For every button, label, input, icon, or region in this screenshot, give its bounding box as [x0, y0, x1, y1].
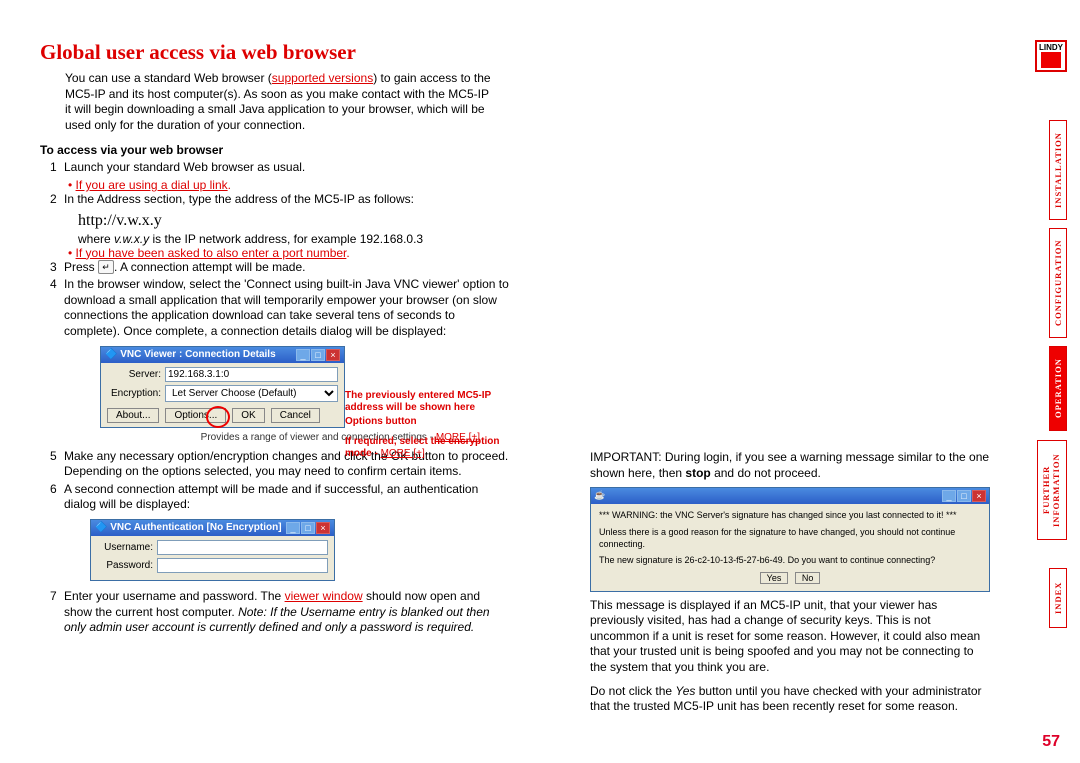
warning-explanation-1: This message is displayed if an MC5-IP u… — [590, 598, 990, 676]
port-number-link[interactable]: If you have been asked to also enter a p… — [76, 246, 347, 260]
more-link-2[interactable]: MORE [+] — [381, 448, 425, 459]
warning-explanation-2: Do not click the Yes button until you ha… — [590, 684, 990, 715]
step-2: In the Address section, type the address… — [64, 192, 510, 208]
cancel-button[interactable]: Cancel — [271, 408, 320, 423]
java-icon: ☕ — [594, 490, 605, 502]
warn-line-2: Unless there is a good reason for the si… — [599, 527, 981, 550]
options-button[interactable]: Options... — [165, 408, 226, 423]
nav-further-information[interactable]: FURTHER INFORMATION — [1037, 440, 1067, 540]
nav-configuration[interactable]: CONFIGURATION — [1049, 228, 1067, 338]
step-7: Enter your username and password. The vi… — [64, 589, 510, 636]
step-6: A second connection attempt will be made… — [64, 482, 510, 513]
vnc-title: 🔷 VNC Viewer : Connection Details — [105, 349, 276, 360]
window-buttons[interactable]: _□× — [295, 349, 340, 361]
username-label: Username: — [97, 542, 157, 553]
server-label: Server: — [107, 369, 165, 380]
dialog-annotations: The previously entered MC5-IP address wi… — [345, 390, 505, 460]
username-input[interactable] — [157, 540, 328, 555]
password-input[interactable] — [157, 558, 328, 573]
vnc-connection-dialog: 🔷 VNC Viewer : Connection Details _□× Se… — [100, 346, 345, 428]
intro-paragraph: You can use a standard Web browser (supp… — [65, 71, 495, 133]
important-note: IMPORTANT: During login, if you see a wa… — [590, 450, 990, 481]
yes-button[interactable]: Yes — [760, 572, 789, 584]
lindy-logo: LINDY — [1035, 40, 1067, 72]
step-4: In the browser window, select the 'Conne… — [64, 277, 510, 339]
viewer-window-link[interactable]: viewer window — [285, 589, 363, 603]
warn-line-3: The new signature is 26-c2-10-13-f5-27-b… — [599, 555, 981, 567]
encryption-label: Encryption: — [107, 388, 165, 399]
encryption-select[interactable]: Let Server Choose (Default) — [165, 385, 338, 402]
no-button[interactable]: No — [795, 572, 821, 584]
page-number: 57 — [1042, 733, 1060, 751]
nav-installation[interactable]: INSTALLATION — [1049, 120, 1067, 220]
step-3: Press ↵. A connection attempt will be ma… — [64, 260, 510, 276]
vnc-auth-dialog: 🔷 VNC Authentication [No Encryption] _□×… — [90, 519, 335, 581]
dialup-link[interactable]: If you are using a dial up link — [76, 178, 228, 192]
server-input[interactable] — [165, 367, 338, 382]
close-icon[interactable]: × — [326, 349, 340, 361]
nav-operation[interactable]: OPERATION — [1049, 346, 1067, 431]
nav-index[interactable]: INDEX — [1049, 568, 1067, 628]
page-title: Global user access via web browser — [40, 40, 1010, 65]
ok-button[interactable]: OK — [232, 408, 264, 423]
warn-line-1: *** WARNING: the VNC Server's signature … — [599, 510, 981, 522]
about-button[interactable]: About... — [107, 408, 159, 423]
step-1: Launch your standard Web browser as usua… — [64, 160, 510, 176]
warning-dialog: ☕ _□× *** WARNING: the VNC Server's sign… — [590, 487, 990, 591]
maximize-icon[interactable]: □ — [311, 349, 325, 361]
subheading: To access via your web browser — [40, 143, 1010, 157]
minimize-icon[interactable]: _ — [296, 349, 310, 361]
example-address: http://v.w.x.y — [78, 212, 1010, 230]
enter-key-icon: ↵ — [98, 260, 114, 274]
where-text: where v.w.x.y is the IP network address,… — [78, 232, 1010, 246]
supported-versions-link[interactable]: supported versions — [272, 71, 373, 85]
auth-title: 🔷 VNC Authentication [No Encryption] — [95, 522, 282, 533]
password-label: Password: — [97, 560, 157, 571]
